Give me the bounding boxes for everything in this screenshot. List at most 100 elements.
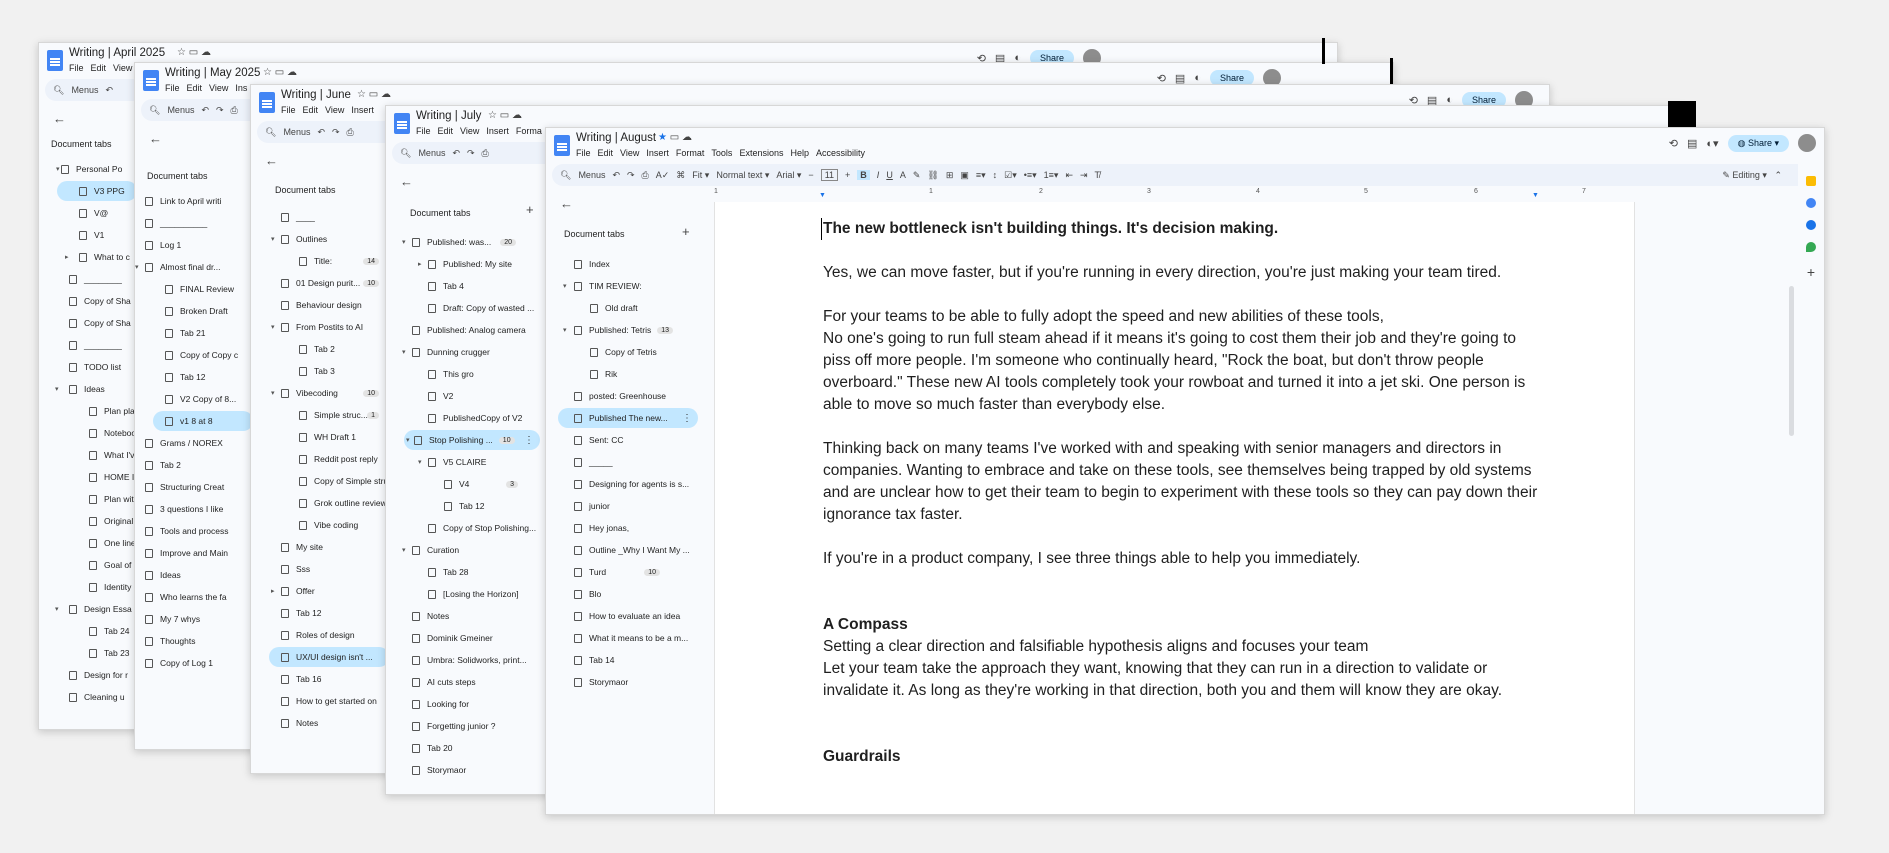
menu-edit[interactable]: Edit [91,63,107,73]
undo-icon[interactable]: ↶ [317,127,325,138]
numbered-list-icon[interactable]: 1≡▾ [1044,170,1059,181]
back-arrow-icon[interactable]: ← [400,174,413,189]
tab-item[interactable]: What I've [89,445,139,465]
tab-item[interactable]: This gro [428,364,474,384]
tab-item[interactable]: How to evaluate an idea [574,606,680,626]
add-tab-icon[interactable]: + [526,202,534,217]
tab-item[interactable]: _____ [574,452,613,472]
menu-view[interactable]: View [209,83,228,93]
tab-item[interactable]: Log 1 [145,235,181,255]
tab-item[interactable]: Broken Draft [165,301,228,321]
ruler[interactable]: 1 1 2 3 4 5 6 7 ▼ ▼ [714,186,1638,202]
doc-title[interactable]: Writing | July [416,110,481,122]
tab-item[interactable]: Plan with [89,489,139,509]
tab-item[interactable]: ▾ Vibecoding 10 [271,383,379,403]
tab-item[interactable]: Vibe coding [299,515,358,535]
tab-item[interactable]: Ideas [145,565,181,585]
bold-icon[interactable]: B [857,170,870,180]
menu-view[interactable]: View [113,63,132,73]
tab-item[interactable]: AI cuts steps [412,672,476,692]
comment-icon[interactable]: ▤ [1175,72,1185,85]
tab-item[interactable]: ▾ Design Essa [55,599,132,619]
tab-item[interactable]: Published: Analog camera [412,320,526,340]
menu-format[interactable]: Format [676,148,705,158]
tab-item[interactable]: Storymaor [574,672,628,692]
tasks-icon[interactable] [1806,198,1816,208]
redo-icon[interactable]: ↷ [332,127,340,138]
print-icon[interactable]: ⎙ [642,170,649,181]
menu-file[interactable]: File [165,83,180,93]
search-icon[interactable]: 🔍︎ [400,148,411,159]
meet-icon[interactable]: ◐▾ [1706,137,1718,150]
tab-item[interactable]: One liner [89,533,139,553]
history-icon[interactable]: ⟲ [1669,137,1678,150]
tab-item[interactable]: ▾ From Postits to AI [271,317,363,337]
tab-item[interactable]: Roles of design [281,625,355,645]
tab-item[interactable]: ________ [69,269,122,289]
tab-item[interactable]: Thoughts [145,631,195,651]
move-icon[interactable]: ▭ [670,132,679,143]
menu-insert[interactable]: Insert [646,148,669,158]
line-spacing-icon[interactable]: ↕ [993,170,998,180]
font-decrease-icon[interactable]: − [808,170,813,180]
collapse-icon[interactable]: ⌃ [1774,170,1782,180]
menu-edit[interactable]: Edit [598,148,614,158]
back-arrow-icon[interactable]: ← [149,131,162,146]
font-select[interactable]: Arial ▾ [776,170,801,181]
tab-item[interactable]: Sss [281,559,310,579]
tab-item[interactable]: ▾ Almost final dr... [135,257,220,277]
paint-format-icon[interactable]: ⌘ [676,170,685,181]
undo-icon[interactable]: ↶ [105,85,113,96]
tab-item[interactable]: Who learns the fa [145,587,227,607]
tab-item[interactable]: Grok outline review [299,493,387,513]
tab-item[interactable]: ▾ Curation [402,540,459,560]
tab-item[interactable]: WH Draft 1 [299,427,356,447]
search-icon[interactable]: 🔍︎ [560,170,571,181]
search-icon[interactable]: 🔍︎ [149,105,160,116]
zoom-select[interactable]: Fit ▾ [692,170,709,181]
tab-item[interactable]: Copy of Log 1 [145,653,213,673]
tab-item[interactable]: My site [281,537,323,557]
font-size-input[interactable]: 11 [820,169,839,181]
tab-item[interactable]: Goal of b [89,555,139,575]
tab-item[interactable]: Copy of Tetris [590,342,657,362]
cloud-icon[interactable]: ☁ [682,132,692,143]
tab-item[interactable]: Outline _Why I Want My ... [574,540,690,560]
menu-insert[interactable]: Insert [351,105,374,115]
menu-help[interactable]: Help [790,148,809,158]
search-menus[interactable]: Menus [418,148,445,158]
tab-item[interactable]: [Losing the Horizon] [428,584,519,604]
tab-item[interactable]: TODO list [69,357,121,377]
menu-file[interactable]: File [281,105,296,115]
search-menus[interactable]: Menus [71,85,98,95]
text-color-icon[interactable]: A [900,170,906,180]
menu-edit[interactable]: Edit [438,126,454,136]
tab-item[interactable]: Cleaning u [69,687,125,707]
tab-item-selected[interactable]: UX/UI design isn't ... [269,647,389,667]
redo-icon[interactable]: ↷ [467,148,475,159]
tab-item[interactable]: Original t [89,511,138,531]
bullet-list-icon[interactable]: •≡▾ [1024,170,1037,181]
star-icon[interactable]: ☆ ▭ ☁ [263,67,297,78]
tab-item[interactable]: ▾ Published: Tetris 13 [563,320,674,340]
print-icon[interactable]: ⎙ [231,105,238,116]
more-options-icon[interactable]: ⋮ [682,413,692,424]
menu-format[interactable]: Forma [516,126,542,136]
tab-item[interactable]: ▾ Personal Po [56,159,122,179]
tab-item[interactable]: Tab 12 [165,367,206,387]
scrollbar[interactable] [1789,286,1794,436]
tab-item[interactable]: Behaviour design [281,295,362,315]
tab-item[interactable]: Old draft [590,298,638,318]
align-icon[interactable]: ≡▾ [976,170,986,181]
menu-file[interactable]: File [416,126,431,136]
print-icon[interactable]: ⎙ [347,127,354,138]
tab-item[interactable]: Tab 23 [89,643,130,663]
menu-edit[interactable]: Edit [187,83,203,93]
tab-item[interactable]: PublishedCopy of V2 [428,408,522,428]
tab-item[interactable]: Dominik Gmeiner [412,628,493,648]
contacts-icon[interactable] [1806,220,1816,230]
tab-item[interactable]: ▾ Ideas [55,379,105,399]
underline-icon[interactable]: U [886,170,893,180]
tab-item[interactable]: Storymaor [412,760,466,780]
tab-item[interactable]: Draft: Copy of wasted ... [428,298,534,318]
